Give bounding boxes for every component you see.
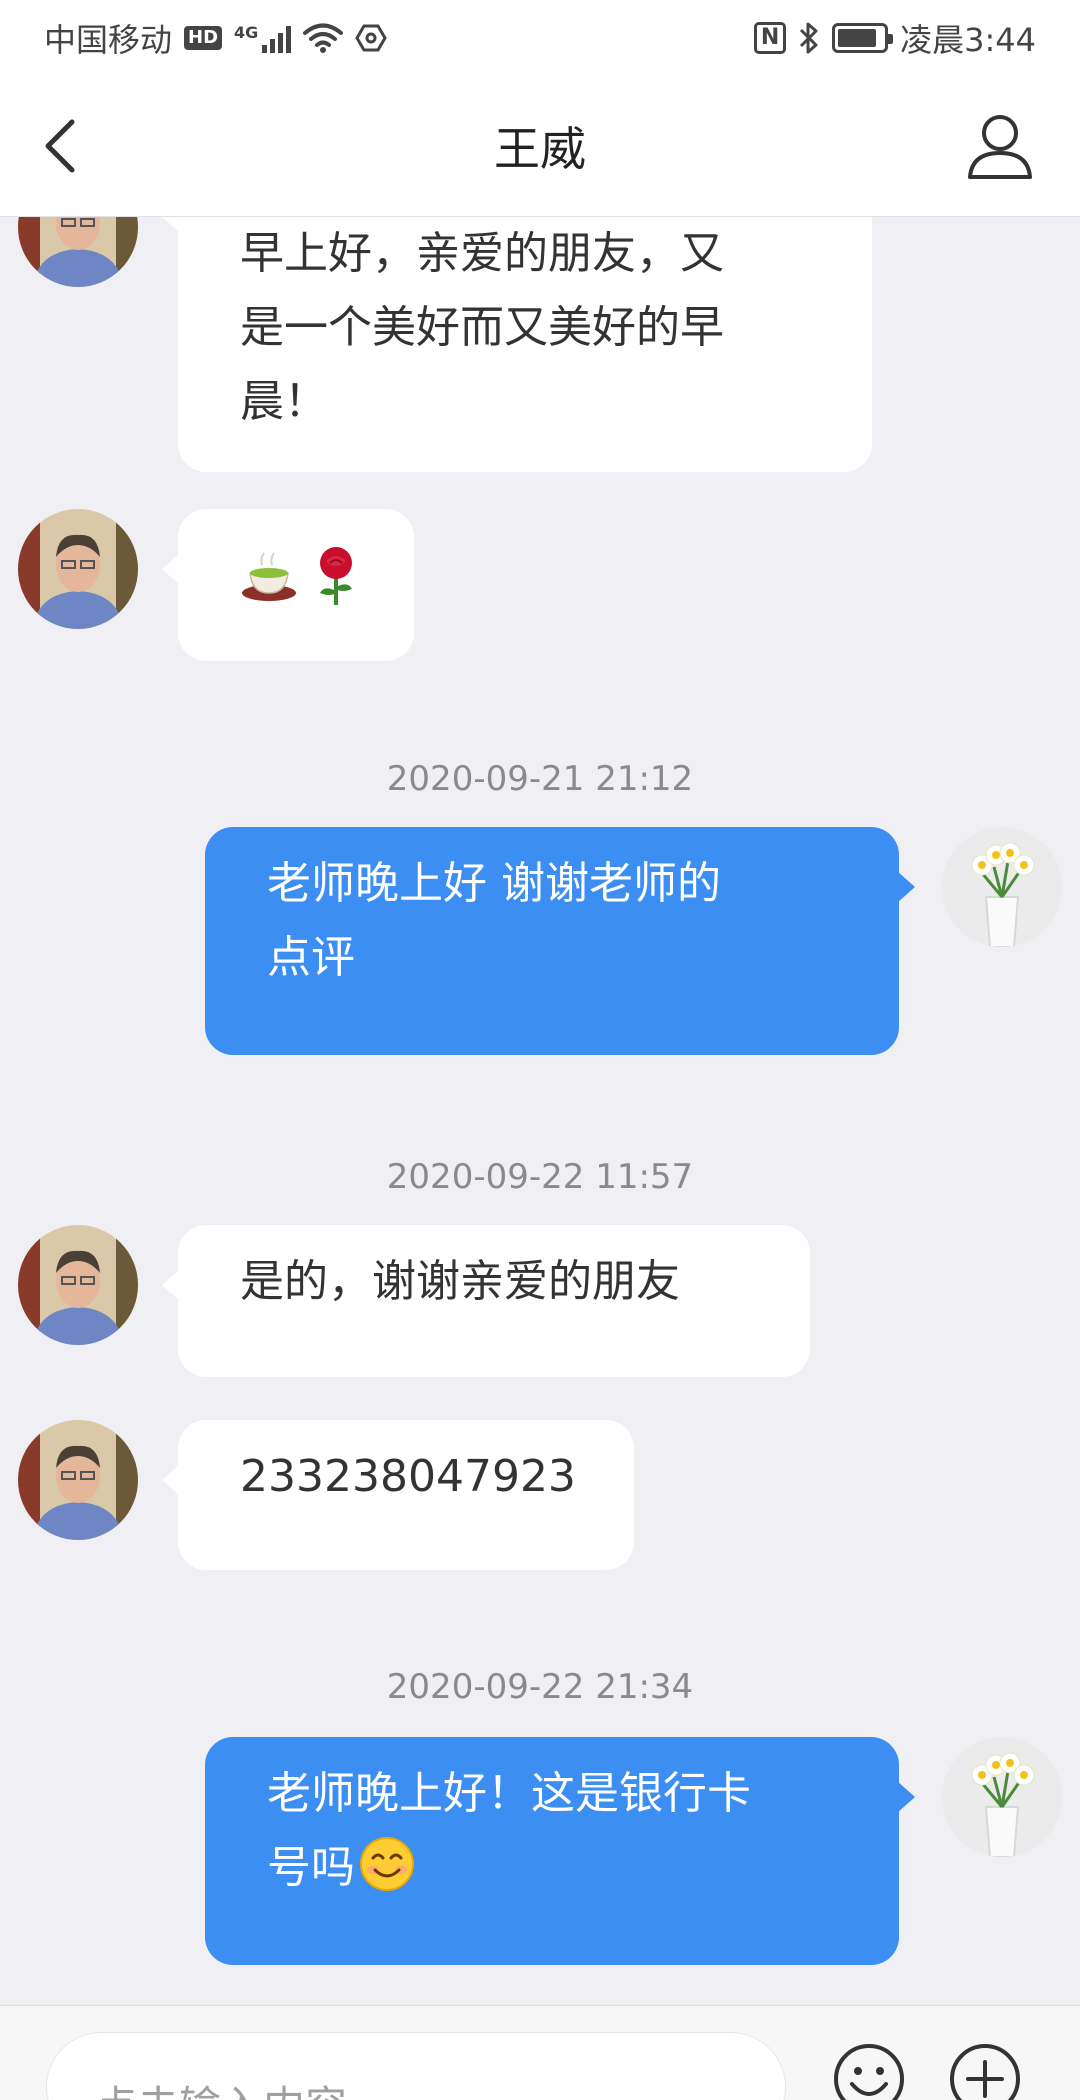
- message-text: 老师晚上好 谢谢老师的 点评: [267, 858, 721, 983]
- contact-avatar[interactable]: [18, 1420, 138, 1540]
- smiley-icon: [834, 2044, 904, 2100]
- chat-title: 王威: [494, 122, 586, 176]
- more-options-button[interactable]: [948, 2042, 1022, 2100]
- input-bar: [0, 2005, 1080, 2100]
- contact-photo: [18, 217, 138, 287]
- status-left: 中国移动 HD 4G: [44, 15, 388, 61]
- battery-icon: [832, 22, 894, 53]
- message-timestamp: 2020-09-22 11:57: [386, 1157, 694, 1197]
- my-avatar[interactable]: [942, 827, 1062, 947]
- message-bubble-incoming[interactable]: [162, 509, 414, 661]
- message-timestamp: 2020-09-22 21:34: [386, 1667, 694, 1707]
- nav-bar: 王威: [0, 75, 1080, 217]
- emoji-button[interactable]: [832, 2042, 906, 2100]
- daffodil-photo: [942, 1737, 1062, 1857]
- contact-photo: [18, 1225, 138, 1345]
- status-bar: 中国移动 HD 4G N 凌晨3:44: [0, 0, 1080, 75]
- person-outline-icon: [968, 115, 1032, 179]
- message-bubble-outgoing[interactable]: 老师晚上好 谢谢老师的 点评: [205, 827, 915, 1055]
- hd-badge: HD: [184, 25, 223, 50]
- contact-avatar[interactable]: [18, 509, 138, 629]
- contact-avatar[interactable]: [18, 217, 138, 287]
- hexagon-icon: [355, 24, 388, 51]
- signal-icon: [262, 23, 292, 53]
- message-text: 早上好，亲爱的朋友，又 是一个美好而又美好的早 晨！: [240, 217, 810, 439]
- message-timestamp: 2020-09-21 21:12: [386, 759, 694, 799]
- message-text-1: 早上好，亲爱的朋友，又 是一个美好而又美好的早 晨！: [240, 228, 724, 427]
- smiling-face-icon: [360, 1837, 414, 1891]
- message-text: 233238047923: [240, 1451, 576, 1502]
- my-avatar[interactable]: [942, 1737, 1062, 1857]
- chat-area[interactable]: 早上好，亲爱的朋友，又 是一个美好而又美好的早 晨！ 2020-09-21 21…: [0, 217, 1080, 2005]
- battery-fill: [838, 28, 876, 47]
- plus-circle-icon: [950, 2044, 1020, 2100]
- tea-cup-icon: [242, 552, 296, 601]
- network-label: 4G: [234, 22, 259, 42]
- emoji-group: [240, 545, 360, 607]
- contact-photo: [18, 1420, 138, 1540]
- bluetooth-icon: [800, 22, 818, 53]
- message-bubble-outgoing[interactable]: 老师晚上好！这是银行卡 号吗: [205, 1737, 915, 1965]
- message-bubble-incoming[interactable]: 早上好，亲爱的朋友，又 是一个美好而又美好的早 晨！: [162, 217, 872, 472]
- message-bubble-incoming[interactable]: 233238047923: [162, 1420, 634, 1570]
- status-right: N 凌晨3:44: [754, 15, 1036, 61]
- message-input[interactable]: [46, 2032, 786, 2100]
- message-text-body: 老师晚上好！这是银行卡 号吗: [267, 1768, 751, 1893]
- clock: 凌晨3:44: [900, 20, 1036, 59]
- daffodil-photo: [942, 827, 1062, 947]
- contact-avatar[interactable]: [18, 1225, 138, 1345]
- wifi-icon: [303, 23, 344, 53]
- profile-button[interactable]: [960, 107, 1040, 187]
- contact-photo: [18, 509, 138, 629]
- carrier-label: 中国移动: [44, 20, 173, 59]
- message-text: 老师晚上好！这是银行卡 号吗: [267, 1757, 837, 1905]
- message-text: 是的，谢谢亲爱的朋友: [240, 1256, 680, 1307]
- message-bubble-incoming[interactable]: 是的，谢谢亲爱的朋友: [162, 1225, 810, 1377]
- rose-icon: [320, 547, 352, 605]
- nfc-icon: N: [754, 21, 787, 54]
